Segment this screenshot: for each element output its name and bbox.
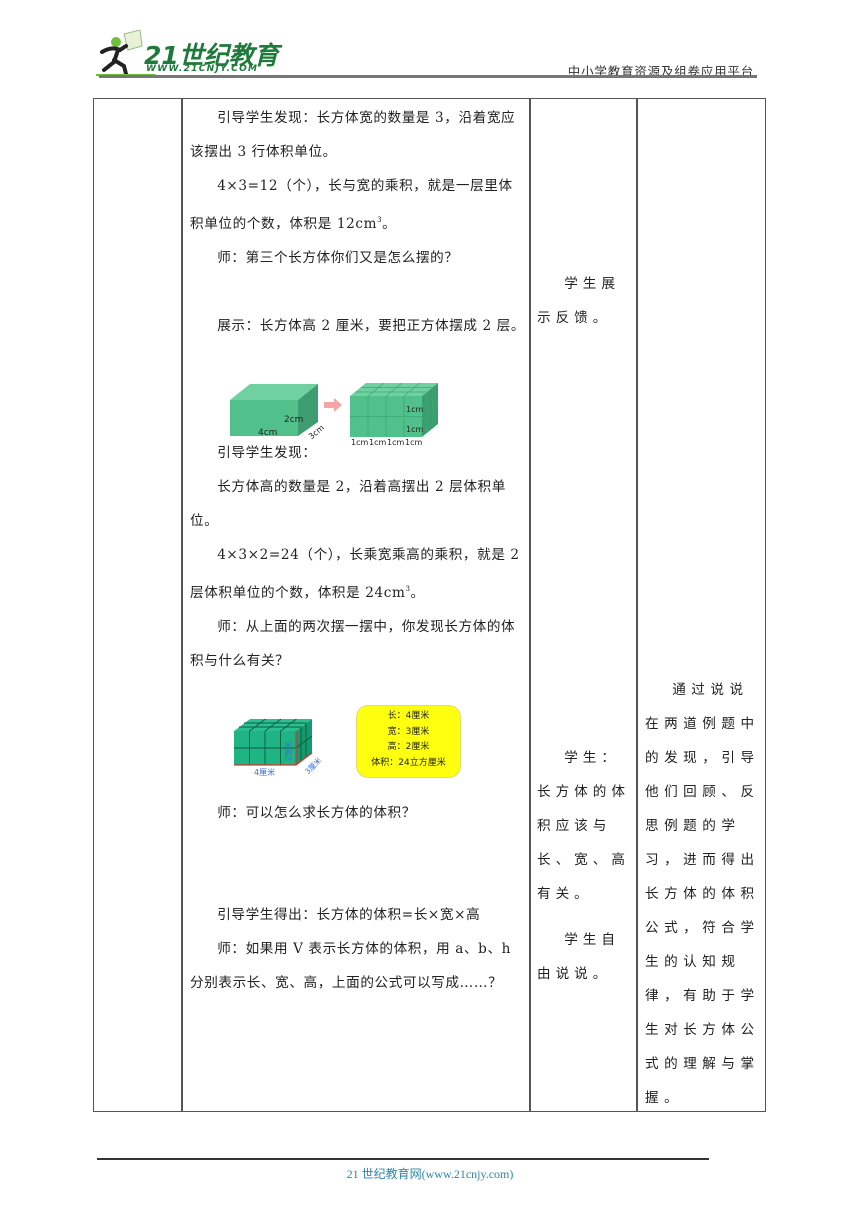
stage-cell bbox=[94, 99, 180, 1111]
student-activity-feedback: 学生展示反馈。 bbox=[537, 267, 633, 335]
header-divider bbox=[99, 75, 757, 78]
label-unit-length-3: 1cm bbox=[387, 438, 404, 446]
dimension-info-box: 长：4厘米 宽：3厘米 高：2厘米 体积：24立方厘米 bbox=[356, 705, 461, 778]
footer-divider bbox=[97, 1158, 709, 1160]
info-width: 宽：3厘米 bbox=[387, 726, 430, 737]
footer-link[interactable]: 21 世纪教育网(www.21cnjy.com) bbox=[0, 1165, 860, 1182]
cuboid-figure-1: 2cm 4cm 3cm 1cm 1cm 1cm 1cm 1cm 1cm bbox=[230, 382, 439, 446]
student-free-talk-text: 学生自由说说。 bbox=[537, 932, 620, 982]
student-activity-answer: 学生：长方体的体积应该与长、宽、高有关。 学生自由说说。 bbox=[537, 741, 633, 991]
label-unit-length-1: 1cm bbox=[351, 438, 368, 446]
label-height: 2cm bbox=[284, 415, 303, 425]
logo-url-text: WWW.21CNJY.COM bbox=[146, 64, 259, 74]
paragraph-layer-count: 4×3=12（个），长与宽的乘积，就是一层里体积单位的个数，体积是 12cm3。 bbox=[190, 169, 526, 241]
student-answer-text: 学生：长方体的体积应该与长、宽、高有关。 bbox=[537, 750, 630, 902]
arrow-right-icon bbox=[324, 398, 342, 412]
label-height: 2厘米 bbox=[283, 741, 293, 761]
info-height: 高：2厘米 bbox=[387, 742, 430, 752]
label-unit-height-bottom: 1cm bbox=[406, 425, 423, 434]
label-unit-height-top: 1cm bbox=[406, 405, 423, 414]
paragraph-layer-count-text: 4×3=12（个），长与宽的乘积，就是一层里体积单位的个数，体积是 12cm bbox=[190, 178, 513, 232]
label-unit-length-4: 1cm bbox=[405, 438, 422, 446]
info-volume: 体积：24立方厘米 bbox=[371, 757, 446, 768]
column-divider-2 bbox=[529, 98, 531, 1112]
punctuation: 。 bbox=[382, 216, 397, 232]
paragraph-teacher-question-related: 师：从上面的两次摆一摆中，你发现长方体的体积与什么有关？ bbox=[190, 619, 516, 669]
paragraph-show-height: 展示：长方体高 2 厘米，要把正方体摆成 2 层。 bbox=[217, 318, 526, 334]
teacher-activity-cell: 引导学生发现：长方体宽的数量是 3，沿着宽应该摆出 3 行体积单位。 4×3=1… bbox=[190, 101, 526, 1000]
unit-cube-cuboid bbox=[350, 382, 439, 437]
site-logo[interactable]: 21世纪教育 WWW.21CNJY.COM bbox=[96, 30, 279, 76]
design-intent-cell: 通过说说在两道例题中的发现，引导他们回顾、反思例题的学习，进而得出长方体的体积公… bbox=[645, 673, 763, 1115]
paragraph-volume-24-text: 4×3×2=24（个），长乘宽乘高的乘积，就是 2 层体积单位的个数，体积是 2… bbox=[190, 547, 520, 601]
paragraph-guide-width: 引导学生发现：长方体宽的数量是 3，沿着宽应该摆出 3 行体积单位。 bbox=[190, 110, 516, 160]
design-intent-text: 通过说说在两道例题中的发现，引导他们回顾、反思例题的学习，进而得出长方体的体积公… bbox=[645, 682, 760, 1106]
label-length: 4厘米 bbox=[254, 767, 275, 777]
student-feedback-text: 学生展示反馈。 bbox=[537, 276, 620, 326]
label-unit-length-2: 1cm bbox=[369, 438, 386, 446]
column-divider-1 bbox=[181, 98, 183, 1112]
paragraph-teacher-question-how: 师：可以怎么求长方体的体积？ bbox=[217, 805, 416, 821]
paragraph-formula-letters: 师：如果用 V 表示长方体的体积，用 a、b、h 分别表示长、宽、高，上面的公式… bbox=[190, 941, 512, 991]
paragraph-teacher-question-third: 师：第三个长方体你们又是怎么摆的？ bbox=[217, 250, 459, 266]
paragraph-formula-words: 引导学生得出：长方体的体积=长×宽×高 bbox=[217, 907, 481, 923]
paragraph-volume-24: 4×3×2=24（个），长乘宽乘高的乘积，就是 2 层体积单位的个数，体积是 2… bbox=[190, 538, 526, 610]
punctuation: 。 bbox=[410, 585, 425, 601]
label-length: 4cm bbox=[258, 428, 277, 438]
column-divider-3 bbox=[636, 98, 638, 1112]
stacked-cubes bbox=[234, 718, 313, 766]
info-length: 长：4厘米 bbox=[387, 711, 430, 721]
paragraph-height-layers: 长方体高的数量是 2，沿着高摆出 2 层体积单位。 bbox=[190, 479, 506, 529]
